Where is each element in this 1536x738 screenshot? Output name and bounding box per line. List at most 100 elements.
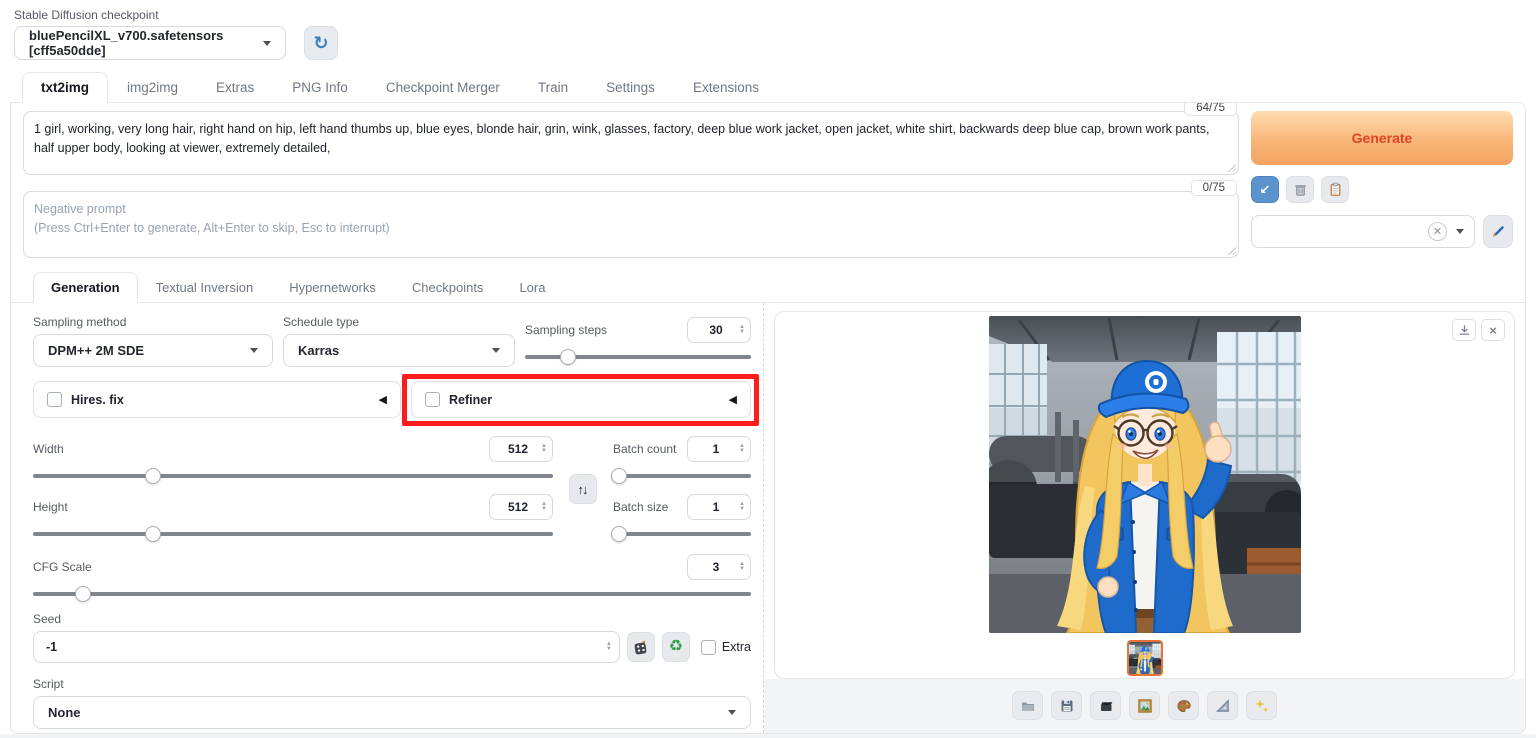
swap-dimensions-button[interactable]: ↑↓ — [569, 474, 597, 504]
subtab-textual-inversion[interactable]: Textual Inversion — [138, 272, 272, 302]
negative-prompt-input[interactable]: Negative prompt (Press Ctrl+Enter to gen… — [23, 191, 1239, 258]
width-slider[interactable] — [33, 468, 553, 484]
tab-png-info[interactable]: PNG Info — [273, 72, 367, 102]
sampling-steps-slider[interactable] — [525, 349, 751, 365]
script-dropdown[interactable]: None — [33, 696, 751, 729]
refiner-checkbox[interactable] — [425, 392, 440, 407]
stepper-arrows-icon[interactable]: ▲▼ — [739, 325, 745, 335]
subtab-generation[interactable]: Generation — [33, 272, 138, 303]
save-zip-button[interactable] — [1090, 691, 1121, 720]
triangle-ruler-icon — [1215, 698, 1231, 714]
generated-image[interactable] — [989, 316, 1301, 633]
script-value: None — [48, 705, 81, 720]
tab-extras[interactable]: Extras — [197, 72, 273, 102]
save-image-button[interactable] — [1051, 691, 1082, 720]
hires-fix-checkbox[interactable] — [47, 392, 62, 407]
paste-params-button[interactable]: ↙ — [1251, 176, 1279, 203]
stepper-arrows-icon[interactable]: ▲▼ — [606, 642, 612, 652]
subtab-lora[interactable]: Lora — [501, 272, 563, 302]
stepper-arrows-icon[interactable]: ▲▼ — [739, 562, 745, 572]
chevron-down-icon — [263, 41, 271, 46]
chevron-down-icon — [492, 348, 500, 353]
tab-txt2img[interactable]: txt2img — [22, 72, 108, 103]
upscale-button[interactable] — [1246, 691, 1277, 720]
download-icon — [1458, 324, 1471, 337]
chevron-down-icon — [1456, 229, 1464, 234]
batch-count-input[interactable]: 1 ▲▼ — [687, 436, 751, 462]
extra-seed-label: Extra — [722, 640, 751, 654]
cfg-scale-input[interactable]: 3 ▲▼ — [687, 554, 751, 580]
output-panel: × — [763, 303, 1525, 733]
prompt-token-counter: 64/75 — [1184, 102, 1237, 116]
batch-size-slider[interactable] — [613, 526, 751, 542]
download-image-button[interactable] — [1452, 319, 1476, 341]
extra-seed-checkbox[interactable] — [701, 640, 716, 655]
checkpoint-dropdown[interactable]: bluePencilXL_v700.safetensors [cff5a50dd… — [14, 26, 286, 60]
open-output-folder-button[interactable] — [1012, 691, 1043, 720]
clear-prompt-button[interactable] — [1286, 176, 1314, 203]
hires-fix-accordion[interactable]: Hires. fix ◀ — [33, 381, 401, 418]
stepper-arrows-icon[interactable]: ▲▼ — [541, 502, 547, 512]
reuse-seed-button[interactable]: ♻ — [662, 632, 690, 662]
dice-icon — [632, 639, 649, 656]
gallery-thumbnail[interactable] — [1127, 640, 1163, 676]
chevron-down-icon — [250, 348, 258, 353]
width-label: Width — [33, 442, 64, 456]
accordion-arrow-icon: ◀ — [379, 393, 387, 406]
batch-count-slider[interactable] — [613, 468, 751, 484]
width-input[interactable]: 512 ▲▼ — [489, 436, 553, 462]
seed-input[interactable]: -1 ▲▼ — [33, 631, 620, 663]
send-to-extras-button[interactable] — [1207, 691, 1238, 720]
app-root: Stable Diffusion checkpoint bluePencilXL… — [0, 0, 1536, 738]
paste-arrow-icon: ↙ — [1260, 182, 1271, 198]
random-seed-button[interactable] — [627, 632, 655, 662]
tab-settings[interactable]: Settings — [587, 72, 674, 102]
refiner-accordion[interactable]: Refiner ◀ — [411, 381, 751, 418]
tab-extensions[interactable]: Extensions — [674, 72, 778, 102]
save-floppy-icon — [1059, 698, 1075, 714]
edit-styles-button[interactable] — [1483, 215, 1513, 248]
archive-box-icon — [1098, 698, 1114, 714]
palette-icon — [1176, 698, 1192, 714]
checkpoint-label: Stable Diffusion checkpoint — [14, 8, 1536, 22]
stepper-arrows-icon[interactable]: ▲▼ — [739, 502, 745, 512]
seed-label: Seed — [33, 612, 751, 626]
accordion-arrow-icon: ◀ — [729, 393, 737, 406]
clear-styles-icon[interactable]: ✕ — [1428, 222, 1447, 241]
sampling-method-dropdown[interactable]: DPM++ 2M SDE — [33, 334, 273, 367]
sampling-steps-label: Sampling steps — [525, 323, 607, 337]
tab-img2img[interactable]: img2img — [108, 72, 197, 102]
batch-size-value: 1 — [696, 500, 736, 514]
stepper-arrows-icon[interactable]: ▲▼ — [541, 444, 547, 454]
sampling-method-value: DPM++ 2M SDE — [48, 343, 144, 358]
schedule-type-dropdown[interactable]: Karras — [283, 334, 515, 367]
sampling-steps-value: 30 — [696, 323, 736, 337]
script-label: Script — [33, 677, 751, 691]
generate-button[interactable]: Generate — [1251, 111, 1513, 165]
chevron-down-icon — [728, 710, 736, 715]
tab-checkpoint-merger[interactable]: Checkpoint Merger — [367, 72, 519, 102]
sparkles-icon — [1254, 698, 1270, 714]
page-background-strip — [0, 734, 1536, 738]
sampling-steps-input[interactable]: 30 ▲▼ — [687, 317, 751, 343]
refresh-checkpoints-button[interactable]: ↻ — [304, 26, 338, 60]
batch-size-input[interactable]: 1 ▲▼ — [687, 494, 751, 520]
height-input[interactable]: 512 ▲▼ — [489, 494, 553, 520]
height-slider[interactable] — [33, 526, 553, 542]
fullscreen-toggle-button[interactable]: × — [1481, 319, 1505, 341]
refiner-label: Refiner — [449, 393, 492, 407]
subtab-hypernetworks[interactable]: Hypernetworks — [271, 272, 394, 302]
paintbrush-icon — [1490, 224, 1506, 240]
subtab-checkpoints[interactable]: Checkpoints — [394, 272, 502, 302]
apply-styles-button[interactable] — [1321, 176, 1349, 203]
schedule-type-value: Karras — [298, 343, 339, 358]
tab-train[interactable]: Train — [519, 72, 587, 102]
send-to-img2img-button[interactable] — [1129, 691, 1160, 720]
send-to-inpaint-button[interactable] — [1168, 691, 1199, 720]
image-toolbar — [764, 679, 1525, 733]
styles-dropdown[interactable]: ✕ — [1251, 215, 1475, 248]
prompt-input[interactable]: 1 girl, working, very long hair, right h… — [23, 111, 1239, 175]
stepper-arrows-icon[interactable]: ▲▼ — [739, 444, 745, 454]
cfg-scale-slider[interactable] — [33, 586, 751, 602]
clipboard-icon — [1328, 182, 1343, 197]
